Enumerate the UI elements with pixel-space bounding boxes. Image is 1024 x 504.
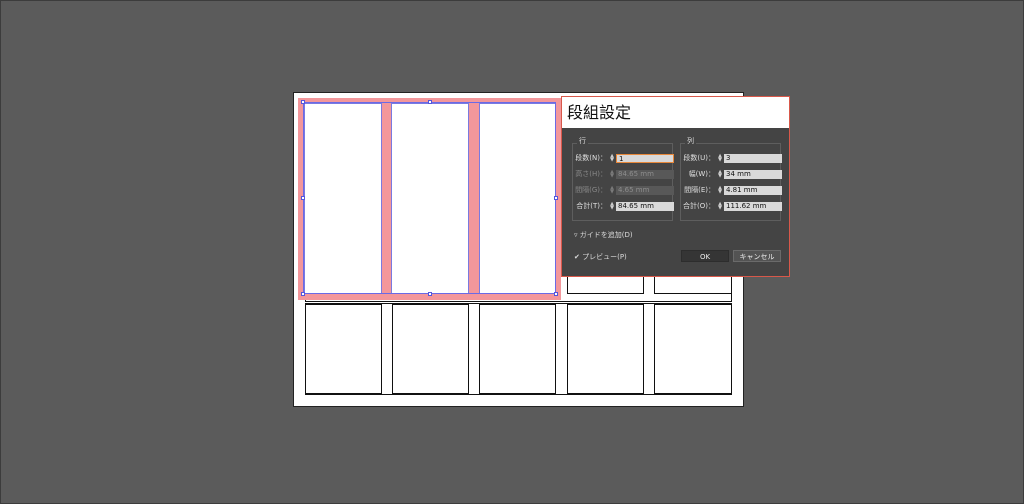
panel-bottom-2[interactable] — [392, 304, 469, 394]
resize-handle-bottom-center[interactable] — [428, 292, 432, 296]
rows-count-input[interactable] — [616, 154, 674, 163]
rows-gutter-stepper-icon: ▲ ▼ — [610, 185, 614, 195]
columns-gutter-row: 間隔(E)： ▲ ▼ — [681, 185, 782, 196]
dialog-title[interactable]: 段組設定 — [562, 97, 789, 128]
selection-bounding-box — [303, 102, 556, 294]
columns-total-row: 合計(O)： ▲ ▼ — [681, 201, 782, 212]
rows-count-row: 段数(N)： ▲ ▼ — [573, 153, 674, 164]
preview-checkbox[interactable]: ✔ プレビュー(P) — [574, 252, 627, 262]
columns-count-row: 段数(U)： ▲ ▼ — [681, 153, 782, 164]
panel-bottom-4[interactable] — [567, 304, 644, 394]
rows-height-row: 高さ(H)： ▲ ▼ — [573, 169, 674, 180]
rows-height-input — [616, 170, 674, 179]
cancel-button[interactable]: キャンセル — [733, 250, 781, 262]
columns-gutter-stepper-icon[interactable]: ▲ ▼ — [717, 186, 723, 195]
columns-total-input[interactable] — [724, 202, 782, 211]
rows-total-label: 合計(T)： — [576, 202, 607, 210]
resize-handle-middle-left[interactable] — [301, 196, 305, 200]
preview-label: プレビュー(P) — [582, 253, 627, 261]
columns-total-label: 合計(O)： — [683, 202, 715, 210]
columns-group: 列 段数(U)： ▲▼ 幅(W)： ▲▼ 間隔(E)： ▲▼ 合計(O)： ▲▼ — [680, 136, 782, 221]
rows-count-stepper-icon[interactable]: ▲ ▼ — [609, 154, 615, 163]
rows-total-row: 合計(T)： ▲ ▼ — [573, 201, 674, 212]
columns-count-stepper-icon[interactable]: ▲ ▼ — [717, 154, 723, 163]
panel-bottom-3[interactable] — [479, 304, 556, 394]
columns-width-label: 幅(W)： — [688, 170, 715, 178]
columns-gutter-label: 間隔(E)： — [684, 186, 715, 194]
resize-handle-top-left[interactable] — [301, 100, 305, 104]
columns-total-stepper-icon[interactable]: ▲ ▼ — [717, 202, 723, 211]
columns-count-input[interactable] — [724, 154, 782, 163]
add-guides-label: ガイドを追加(D) — [579, 231, 633, 239]
rows-count-label: 段数(N)： — [575, 154, 607, 162]
add-guides-toggle[interactable]: ▿ ガイドを追加(D) — [574, 230, 633, 240]
columns-width-stepper-icon[interactable]: ▲ ▼ — [717, 170, 723, 179]
split-into-grid-dialog: 段組設定 行 段数(N)： ▲▼ 高さ(H)： ▲▼ 間隔(G)： ▲▼ 合計(… — [561, 96, 790, 277]
ok-button[interactable]: OK — [681, 250, 729, 262]
rows-total-stepper-icon[interactable]: ▲ ▼ — [609, 202, 615, 211]
rows-group: 行 段数(N)： ▲▼ 高さ(H)： ▲▼ 間隔(G)： ▲▼ 合計(T)： ▲… — [572, 136, 674, 221]
resize-handle-bottom-right[interactable] — [554, 292, 558, 296]
resize-handle-bottom-left[interactable] — [301, 292, 305, 296]
rows-gutter-input — [616, 186, 674, 195]
columns-count-label: 段数(U)： — [683, 154, 715, 162]
rows-total-input[interactable] — [616, 202, 674, 211]
rows-gutter-label: 間隔(G)： — [575, 186, 607, 194]
rows-gutter-row: 間隔(G)： ▲ ▼ — [573, 185, 674, 196]
columns-group-label: 列 — [685, 136, 696, 146]
columns-width-input[interactable] — [724, 170, 782, 179]
resize-handle-top-center[interactable] — [428, 100, 432, 104]
checkmark-icon: ✔ — [574, 253, 580, 261]
resize-handle-middle-right[interactable] — [554, 196, 558, 200]
disclosure-triangle-icon: ▿ — [574, 231, 578, 239]
rows-height-stepper-icon: ▲ ▼ — [610, 169, 614, 179]
rows-group-label: 行 — [577, 136, 588, 146]
columns-gutter-input[interactable] — [724, 186, 782, 195]
panel-bottom-1[interactable] — [305, 304, 382, 394]
panel-bottom-5[interactable] — [654, 304, 732, 394]
columns-width-row: 幅(W)： ▲ ▼ — [681, 169, 782, 180]
rows-height-label: 高さ(H)： — [575, 170, 607, 178]
